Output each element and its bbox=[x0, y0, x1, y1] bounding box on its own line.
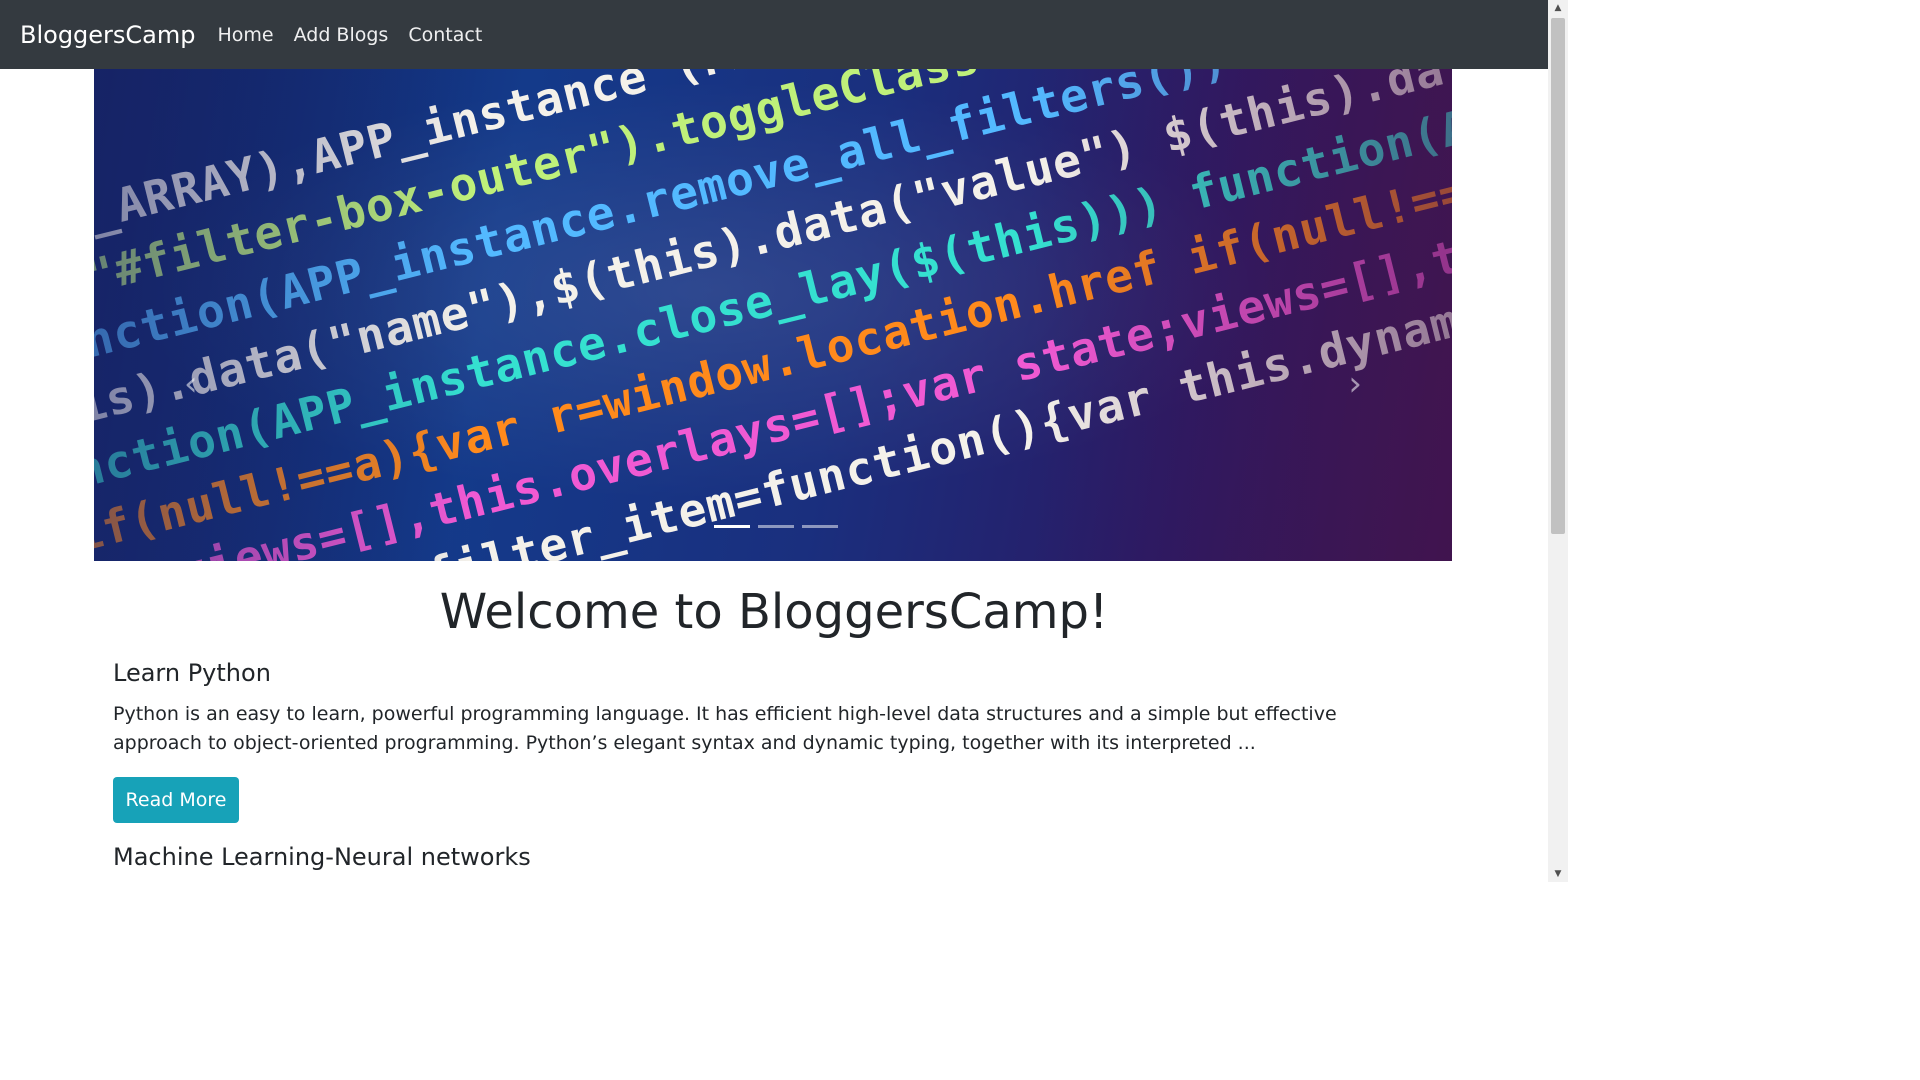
scroll-up-arrow-icon[interactable]: ▲ bbox=[1548, 0, 1568, 16]
nav-home-link[interactable]: Home bbox=[218, 24, 274, 46]
top-navbar: BloggersCamp Home Add Blogs Contact bbox=[0, 0, 1548, 69]
carousel-indicators bbox=[714, 525, 838, 528]
read-more-button[interactable]: Read More bbox=[113, 777, 239, 823]
post-excerpt: Python is an easy to learn, powerful pro… bbox=[113, 703, 1337, 754]
page-scrollbar[interactable]: ▲ ▼ bbox=[1548, 0, 1568, 882]
page-title: Welcome to BloggersCamp! bbox=[439, 584, 1109, 640]
carousel-indicator-3[interactable] bbox=[802, 525, 838, 528]
post-title-learn-python: Learn Python bbox=[113, 659, 271, 687]
brand-logo[interactable]: BloggersCamp bbox=[20, 21, 196, 49]
chevron-left-icon[interactable]: ‹ bbox=[184, 367, 198, 401]
carousel-indicator-2[interactable] bbox=[758, 525, 794, 528]
chevron-right-icon[interactable]: › bbox=[1348, 367, 1362, 401]
scroll-down-arrow-icon[interactable]: ▼ bbox=[1548, 866, 1568, 882]
post-title-machine-learning: Machine Learning-Neural networks bbox=[113, 843, 531, 871]
image-carousel: (PAGES_ARRAY),APP_instance (PAGES_ARRAY)… bbox=[94, 69, 1452, 561]
nav-add-blogs-link[interactable]: Add Blogs bbox=[294, 24, 389, 46]
scrollbar-thumb[interactable] bbox=[1551, 18, 1565, 534]
carousel-indicator-1[interactable] bbox=[714, 525, 750, 528]
nav-contact-link[interactable]: Contact bbox=[408, 24, 482, 46]
